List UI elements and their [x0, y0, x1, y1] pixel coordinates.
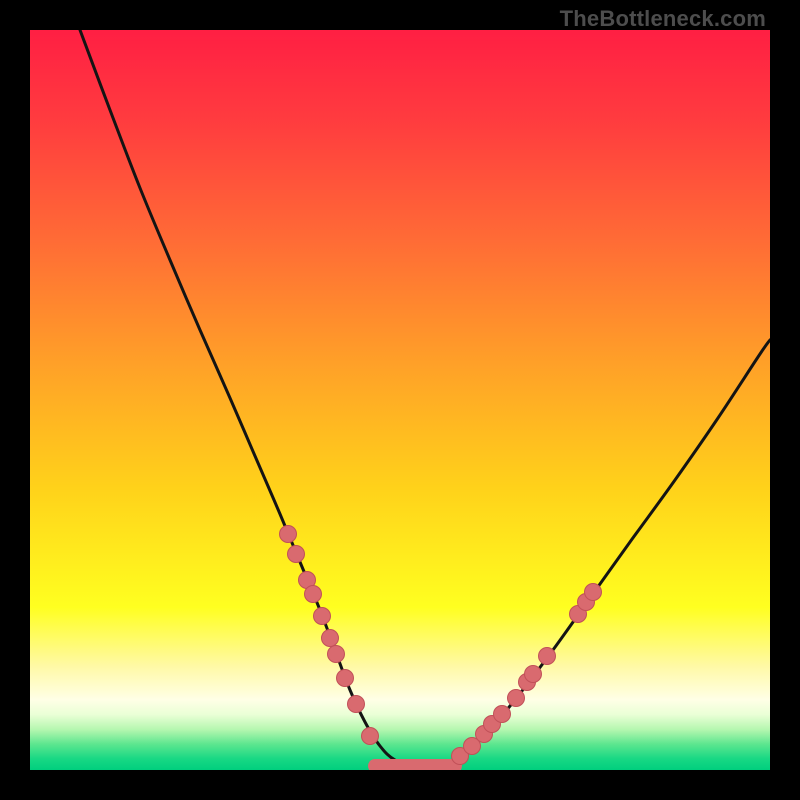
- marker-dot: [328, 646, 345, 663]
- marker-group: [280, 526, 602, 765]
- marker-dot: [288, 546, 305, 563]
- marker-dot: [314, 608, 331, 625]
- watermark-label: TheBottleneck.com: [560, 6, 766, 32]
- marker-dot: [362, 728, 379, 745]
- marker-dot: [305, 586, 322, 603]
- marker-dot: [525, 666, 542, 683]
- marker-dot: [322, 630, 339, 647]
- marker-dot: [585, 584, 602, 601]
- marker-dot: [348, 696, 365, 713]
- chart-plot-layer: [30, 30, 770, 770]
- marker-dot: [337, 670, 354, 687]
- marker-dot: [494, 706, 511, 723]
- bottleneck-curve: [80, 30, 770, 767]
- chart-frame: [30, 30, 770, 770]
- marker-dot: [280, 526, 297, 543]
- marker-dot: [508, 690, 525, 707]
- marker-dot: [539, 648, 556, 665]
